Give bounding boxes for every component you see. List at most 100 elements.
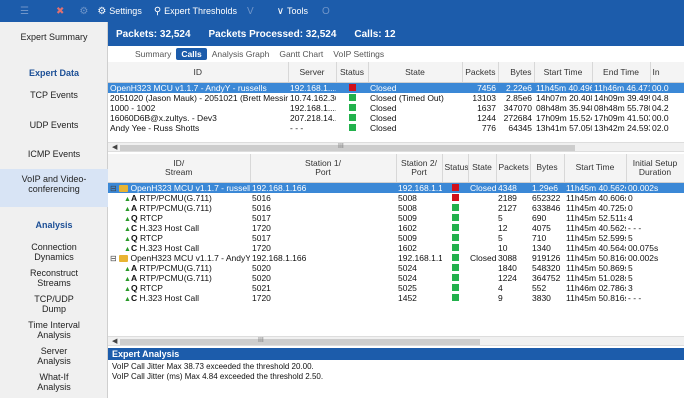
expert-thresholds-button[interactable]: ⚲ Expert Thresholds: [154, 6, 237, 17]
setup-duration-cell: 5: [628, 262, 633, 273]
scroll-thumb[interactable]: [120, 145, 575, 151]
col-header-packets[interactable]: Packets: [462, 62, 499, 83]
col-header-id-stream[interactable]: ID/ Stream: [108, 154, 251, 183]
table-row[interactable]: 16060D6B@x.zultys. - Dev3 207.218.14... Cl…: [108, 113, 684, 123]
table-row[interactable]: OpenH323 MCU v1.1.7 - AndyY - russells 19…: [108, 82, 684, 93]
col-header-status[interactable]: Status: [442, 154, 469, 183]
stream-row[interactable]: ▲Q RTCP 5017 5009 5 690 11h45m 52.511s 4: [108, 213, 684, 223]
bytes-cell: 690: [532, 212, 547, 223]
sidebar-item-voip-video[interactable]: VoIP and Video-conferencing: [0, 169, 108, 207]
stream-id-label: H.323 Host Call: [139, 242, 199, 253]
stream-id-label: H.323 Host Call: [139, 292, 199, 303]
stream-type-icon: ▲A: [110, 273, 137, 283]
start-time-cell: 11h45m 40.725s: [566, 202, 626, 213]
tab-gantt-chart[interactable]: Gantt Chart: [274, 48, 328, 60]
tab-calls[interactable]: Calls: [176, 48, 207, 60]
sidebar-item-udp-events[interactable]: UDP Events: [0, 120, 108, 130]
stream-id-cell: ▲A RTP/PCMU(G.711): [108, 193, 250, 203]
col-header-state[interactable]: State: [468, 154, 497, 183]
packets-cell: 9: [498, 292, 503, 303]
status-cell: [442, 283, 468, 293]
tab-analysis-graph[interactable]: Analysis Graph: [207, 48, 275, 60]
tab-voip-settings[interactable]: VoIP Settings: [328, 48, 389, 60]
sidebar-item-connection-dynamics[interactable]: Connection Dynamics: [0, 242, 108, 262]
sidebar-item-server-analysis[interactable]: Server Analysis: [0, 346, 108, 366]
tools-button[interactable]: ∨ Tools: [277, 6, 308, 17]
stream-row[interactable]: ▲C H.323 Host Call 1720 1452 9 3830 11h45m 50…: [108, 293, 684, 303]
table-row[interactable]: 1000 - 1002 192.168.1.... Closed 1637 347070…: [108, 103, 684, 113]
col-header-status[interactable]: Status: [336, 62, 369, 83]
col-header-initial-setup-duration[interactable]: Initial Setup Duration: [626, 154, 684, 183]
stream-id-label: OpenH323 MCU v1.1.7 - russells: [130, 182, 250, 193]
scroll-left-arrow-icon[interactable]: ◀: [112, 143, 117, 151]
col-header-start-time[interactable]: Start Time: [564, 154, 627, 183]
station2-port-cell: 192.168.1.173: [396, 182, 442, 193]
sidebar-item-reconstruct-streams[interactable]: Reconstruct Streams: [0, 268, 108, 288]
start-time-cell: 11h45m 52.599s: [566, 232, 626, 243]
sidebar-item-what-if-analysis[interactable]: What-If Analysis: [0, 372, 108, 392]
state-cell: [468, 223, 496, 233]
arrow-icon: ▲: [124, 245, 131, 253]
server-cell: 192.168.1....: [288, 82, 336, 93]
start-time-cell: 17h09m 15.524s: [536, 112, 592, 123]
end-time-cell: 14h09m 39.499s: [594, 92, 650, 103]
scroll-thumb[interactable]: [120, 339, 480, 345]
stream-id-cell: ▲C H.323 Host Call: [108, 293, 250, 303]
col-header-packets[interactable]: Packets: [496, 154, 531, 183]
table-row[interactable]: Andy Yee - Russ Shotts - - - Closed 776 6434…: [108, 123, 684, 133]
col-header-id[interactable]: ID: [108, 62, 289, 83]
col-header-server[interactable]: Server: [288, 62, 337, 83]
state-cell: [468, 193, 496, 203]
settings-button[interactable]: ⚙ Settings: [97, 6, 142, 17]
ghost-gear-icon: ⚙: [79, 5, 89, 17]
call-row[interactable]: ⊟ OpenH323 MCU v1.1.7 - russells 192.168.…: [108, 182, 684, 193]
status-cell: [442, 193, 468, 203]
packets-cell: 4348: [496, 182, 530, 193]
col-header-state[interactable]: State: [368, 62, 463, 83]
status-cell: [442, 253, 468, 263]
stream-row[interactable]: ▲A RTP/PCMU(G.711) 5016 5008 2127 633846 11h4…: [108, 203, 684, 213]
start-time-cell: 11h45m 52.511s: [566, 212, 626, 223]
stream-row[interactable]: ▲C H.323 Host Call 1720 1602 10 1340 11h45m 4…: [108, 243, 684, 253]
stream-row[interactable]: ▲A RTP/PCMU(G.711) 5020 5024 1224 364752 11h4…: [108, 273, 684, 283]
collapse-toggle-icon[interactable]: ⊟: [110, 254, 117, 263]
tab-summary[interactable]: Summary: [130, 48, 176, 60]
sidebar-item-expert-summary[interactable]: Expert Summary: [0, 32, 108, 42]
col-header-bytes[interactable]: Bytes: [498, 62, 535, 83]
collapse-toggle-icon[interactable]: ⊟: [110, 184, 117, 193]
station1-port-cell: 1720: [252, 242, 271, 253]
setup-duration-cell: 3: [628, 282, 633, 293]
sidebar-item-time-interval-analysis[interactable]: Time Interval Analysis: [0, 320, 108, 340]
sidebar-item-tcp-events[interactable]: TCP Events: [0, 90, 108, 100]
stream-letter: A: [130, 192, 138, 203]
start-time-cell: 11h45m 50.816s: [566, 292, 626, 303]
state-cell: Closed: [370, 112, 397, 123]
arrow-icon: ▲: [124, 225, 131, 233]
stream-row[interactable]: ▲A RTP/PCMU(G.711) 5020 5024 1840 548320 11h4…: [108, 263, 684, 273]
col-header-station1-port[interactable]: Station 1/ Port: [250, 154, 397, 183]
sidebar-item-tcp-udp-dump[interactable]: TCP/UDP Dump: [0, 294, 108, 314]
stream-row[interactable]: ▲Q RTCP 5017 5009 5 710 11h45m 52.599s 5: [108, 233, 684, 243]
stream-type-icon: ▲Q: [110, 233, 138, 243]
col-header-end-time[interactable]: End Time: [592, 62, 651, 83]
col-header-station2-port[interactable]: Station 2/ Port: [396, 154, 443, 183]
state-cell: Closed: [468, 182, 496, 193]
stream-row[interactable]: ▲A RTP/PCMU(G.711) 5016 5008 2189 652322 11h4…: [108, 193, 684, 203]
table-row[interactable]: 2051020 (Jason Mauk) - 2051021 (Brett Me…: [108, 93, 684, 103]
col-header-start-time[interactable]: Start Time: [534, 62, 593, 83]
extra-cell: 00.0: [652, 112, 669, 123]
sidebar-item-icmp-events[interactable]: ICMP Events: [0, 149, 108, 159]
status-indicator: [348, 93, 356, 101]
stream-row[interactable]: ▲C H.323 Host Call 1720 1602 12 4075 11h45m 4…: [108, 223, 684, 233]
stream-row[interactable]: ▲Q RTCP 5021 5025 4 552 11h46m 02.786s 3: [108, 283, 684, 293]
status-indicator: [451, 213, 459, 221]
col-header-extra[interactable]: In: [650, 62, 684, 83]
stream-id-label: RTCP: [139, 282, 163, 293]
col-header-bytes[interactable]: Bytes: [530, 154, 565, 183]
station2-port-cell: 1602: [398, 242, 417, 253]
scroll-left-arrow-icon[interactable]: ◀: [112, 337, 117, 345]
status-indicator: [348, 83, 356, 91]
streams-horizontal-scrollbar[interactable]: ◀ III: [108, 336, 684, 346]
call-row[interactable]: ⊟ OpenH323 MCU v1.1.7 - AndyY 192.168.1.1…: [108, 253, 684, 263]
calls-horizontal-scrollbar[interactable]: ◀ III: [108, 142, 684, 152]
